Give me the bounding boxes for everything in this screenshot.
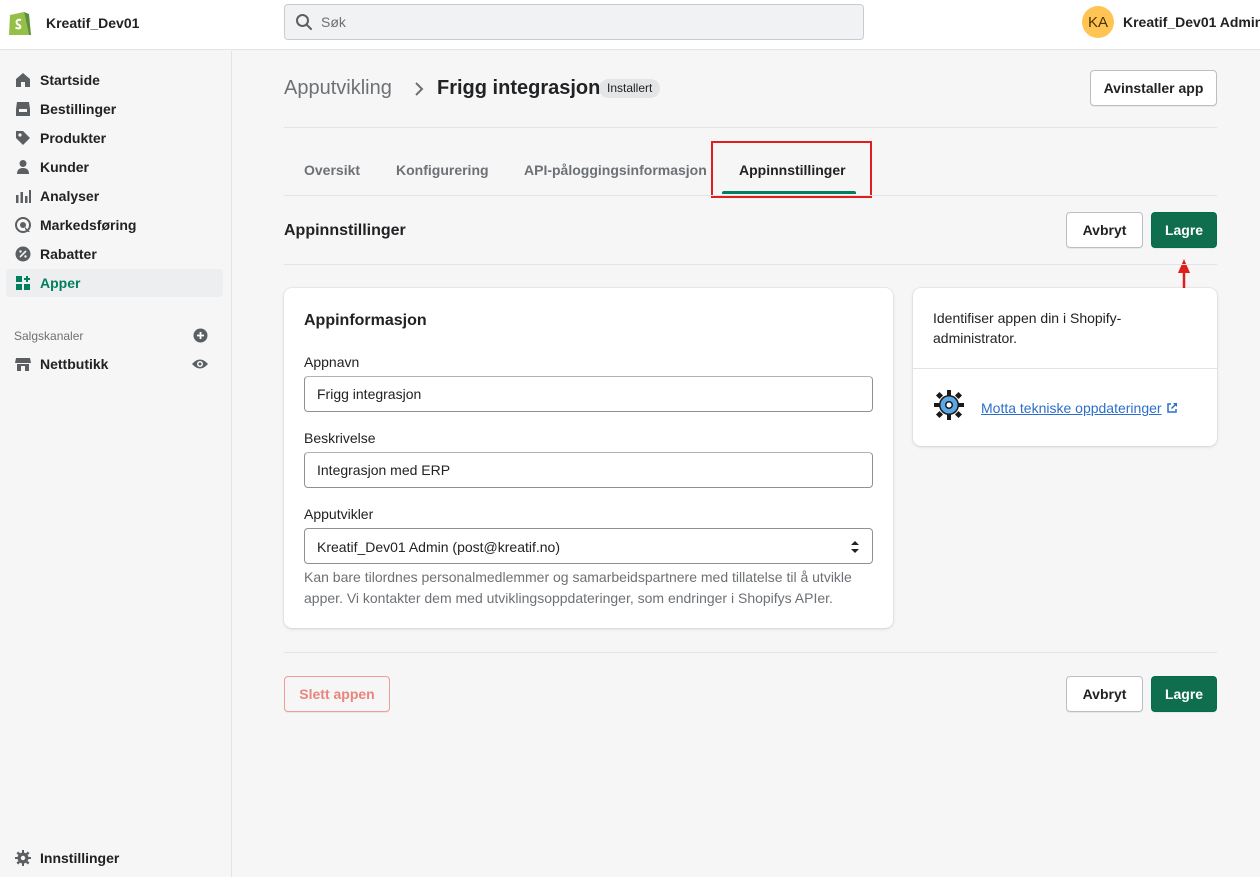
user-name[interactable]: Kreatif_Dev01 Admin [1123,14,1260,30]
sidebar-item-produkter[interactable]: Produkter [6,124,223,152]
add-channel-icon[interactable] [193,328,208,343]
sidebar-item-markedsforing[interactable]: Markedsføring [6,211,223,239]
cancel-button[interactable]: Avbryt [1066,212,1143,248]
save-button[interactable]: Lagre [1151,212,1217,248]
sidebar-item-innstillinger[interactable]: Innstillinger [6,844,223,872]
sidebar-item-label: Analyser [40,188,100,204]
header-divider [284,127,1217,128]
side-card-divider [913,368,1217,369]
sidebar-item-nettbutikk[interactable]: Nettbutikk [6,350,223,378]
sidebar-item-label: Produkter [40,130,107,146]
search-icon [296,14,312,30]
technical-updates-link-text: Motta tekniske oppdateringer [981,400,1162,416]
sidebar-item-label: Rabatter [40,246,97,262]
orders-icon [16,102,30,116]
store-icon [15,358,31,371]
eye-icon[interactable] [191,357,209,371]
footer-cancel-button[interactable]: Avbryt [1066,676,1143,712]
sidebar-item-label: Kunder [40,159,89,175]
tag-icon [16,131,30,145]
user-menu[interactable]: KA Kreatif_Dev01 Admin [1082,6,1260,38]
side-card-text: Identifiser appen din i Shopify-administ… [933,310,1122,346]
footer-divider [284,652,1217,653]
store-name[interactable]: Kreatif_Dev01 [46,15,139,31]
sidebar-item-bestillinger[interactable]: Bestillinger [6,95,223,123]
developer-select-value: Kreatif_Dev01 Admin (post@kreatif.no) [317,539,560,555]
app-info-card: Appinformasjon Appnavn Beskrivelse Apput… [284,288,893,628]
developer-select[interactable]: Kreatif_Dev01 Admin (post@kreatif.no) [304,528,873,564]
technical-updates-link[interactable]: Motta tekniske oppdateringer [981,400,1178,416]
gear-icon [934,390,964,420]
section-title: Appinnstillinger [284,222,406,239]
apps-icon [16,276,30,290]
home-icon [16,73,30,87]
developer-label: Apputvikler [304,506,374,522]
person-icon [17,160,29,174]
select-arrows-icon [851,541,859,553]
sidebar-item-startside[interactable]: Startside [6,66,223,94]
card-title: Appinformasjon [304,312,427,329]
sidebar-item-label: Markedsføring [40,217,137,233]
section-divider [284,264,1217,265]
target-icon [15,217,31,233]
delete-app-button[interactable]: Slett appen [284,676,390,712]
sidebar: Startside Bestillinger Produkter Kunder … [0,51,232,877]
tab-oversikt[interactable]: Oversikt [304,162,360,178]
search-bar[interactable] [284,4,864,40]
tab-api-credentials[interactable]: API-påloggingsinformasjon [524,162,707,178]
tab-highlight-box [711,141,872,198]
sidebar-item-analyser[interactable]: Analyser [6,182,223,210]
settings-gear-icon [15,850,31,866]
sidebar-item-label: Apper [40,275,81,291]
shopify-logo-icon[interactable] [7,9,33,37]
tabs-divider [284,195,1217,196]
top-bar: Kreatif_Dev01 KA Kreatif_Dev01 Admin [0,0,1260,50]
sidebar-item-label: Nettbutikk [40,356,109,372]
tab-konfigurering[interactable]: Konfigurering [396,162,489,178]
footer-save-button[interactable]: Lagre [1151,676,1217,712]
description-input[interactable] [304,452,873,488]
external-link-icon [1166,402,1177,413]
sidebar-item-label: Bestillinger [40,101,117,117]
sidebar-item-label: Startside [40,72,100,88]
discount-icon [15,246,31,262]
description-label: Beskrivelse [304,430,376,446]
chevron-right-icon [415,82,424,96]
sidebar-item-rabatter[interactable]: Rabatter [6,240,223,268]
sidebar-item-apper[interactable]: Apper [6,269,223,297]
info-side-card: Identifiser appen din i Shopify-administ… [913,288,1217,446]
breadcrumb[interactable]: Apputvikling [284,77,392,100]
developer-help-text: Kan bare tilordnes personalmedlemmer og … [304,569,852,606]
sidebar-item-kunder[interactable]: Kunder [6,153,223,181]
search-input[interactable] [321,5,851,39]
app-name-input[interactable] [304,376,873,412]
status-badge: Installert [599,79,661,98]
uninstall-app-button[interactable]: Avinstaller app [1090,70,1217,106]
avatar[interactable]: KA [1082,6,1114,38]
app-name-label: Appnavn [304,354,360,370]
page-title: Frigg integrasjon [437,77,601,99]
main-content: Apputvikling Frigg integrasjon Installer… [232,51,1260,877]
sales-channels-label: Salgskanaler [14,329,84,343]
bar-chart-icon [16,190,31,203]
sidebar-item-label: Innstillinger [40,850,120,866]
